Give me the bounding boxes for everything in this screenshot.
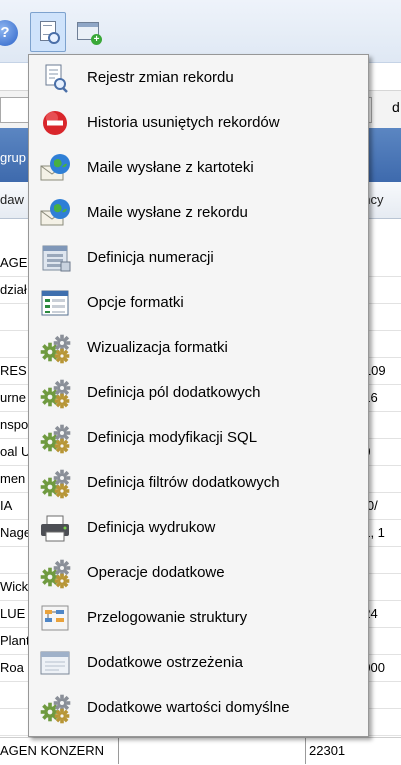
menu-item-label: Definicja filtrów dodatkowych bbox=[87, 474, 280, 491]
table-cell: AGEN KONZERN bbox=[0, 743, 105, 758]
cell-divider bbox=[305, 738, 306, 764]
table-cell: 22301 bbox=[309, 743, 346, 758]
table-row[interactable]: AGEN KONZERN 22301 bbox=[0, 737, 401, 765]
record-changes-icon bbox=[37, 62, 73, 94]
magnifier-icon bbox=[48, 32, 60, 44]
menu-item[interactable]: Rejestr zmian rekordu bbox=[31, 56, 366, 101]
column-header-left[interactable]: daw bbox=[0, 192, 24, 207]
menu-item[interactable]: Wizualizacja formatki bbox=[31, 326, 366, 371]
menu-item[interactable]: Dodatkowe wartości domyślne bbox=[31, 686, 366, 731]
no-entry-icon bbox=[37, 107, 73, 139]
gears-icon bbox=[37, 332, 73, 364]
menu-item[interactable]: Przelogowanie struktury bbox=[31, 596, 366, 641]
menu-item-label: Maile wysłane z kartoteki bbox=[87, 159, 254, 176]
menu-item-label: Historia usuniętych rekordów bbox=[87, 114, 280, 131]
menu-item-label: Definicja modyfikacji SQL bbox=[87, 429, 258, 446]
menu-item[interactable]: Maile wysłane z kartoteki bbox=[31, 146, 366, 191]
menu-item[interactable]: Definicja modyfikacji SQL bbox=[31, 416, 366, 461]
mail-globe-icon bbox=[37, 197, 73, 229]
menu-item[interactable]: Definicja pól dodatkowych bbox=[31, 371, 366, 416]
menu-item[interactable]: Historia usuniętych rekordów bbox=[31, 101, 366, 146]
menu-item[interactable]: Dodatkowe ostrzeżenia bbox=[31, 641, 366, 686]
menu-item-label: Dodatkowe wartości domyślne bbox=[87, 699, 290, 716]
new-window-button[interactable]: + bbox=[70, 12, 106, 52]
menu-item[interactable]: Definicja filtrów dodatkowych bbox=[31, 461, 366, 506]
menu-item-label: Definicja numeracji bbox=[87, 249, 214, 266]
menu-item[interactable]: Opcje formatki bbox=[31, 281, 366, 326]
mail-globe-icon bbox=[37, 152, 73, 184]
menu-item-label: Definicja wydrukow bbox=[87, 519, 216, 536]
menu-item-label: Przelogowanie struktury bbox=[87, 609, 248, 626]
help-icon[interactable]: ? bbox=[0, 20, 18, 46]
gears-icon bbox=[37, 557, 73, 589]
menu-item-label: Maile wysłane z rekordu bbox=[87, 204, 248, 221]
table-options-icon bbox=[37, 287, 73, 319]
menu-item-label: Rejestr zmian rekordu bbox=[87, 69, 234, 86]
menu-item[interactable]: Operacje dodatkowe bbox=[31, 551, 366, 596]
menu-item-label: Dodatkowe ostrzeżenia bbox=[87, 654, 243, 671]
filter-extra-label: d bbox=[392, 99, 400, 115]
structure-icon bbox=[37, 602, 73, 634]
menu-item[interactable]: Maile wysłane z rekordu bbox=[31, 191, 366, 236]
window-warning-icon bbox=[37, 647, 73, 679]
printer-icon bbox=[37, 512, 73, 544]
gears-icon bbox=[37, 692, 73, 724]
record-history-button[interactable] bbox=[30, 12, 66, 52]
numbering-icon bbox=[37, 242, 73, 274]
menu-item-label: Opcje formatki bbox=[87, 294, 184, 311]
add-plus-icon: + bbox=[91, 34, 102, 45]
menu-item-label: Operacje dodatkowe bbox=[87, 564, 225, 581]
menu-item-label: Wizualizacja formatki bbox=[87, 339, 228, 356]
menu-item[interactable]: Definicja wydrukow bbox=[31, 506, 366, 551]
menu-item-label: Definicja pól dodatkowych bbox=[87, 384, 261, 401]
group-band-label: grup bbox=[0, 150, 27, 165]
menu-item[interactable]: Definicja numeracji bbox=[31, 236, 366, 281]
gears-icon bbox=[37, 422, 73, 454]
gears-icon bbox=[37, 467, 73, 499]
context-menu: Rejestr zmian rekordu Historia usuniętych… bbox=[28, 54, 369, 737]
gears-icon bbox=[37, 377, 73, 409]
